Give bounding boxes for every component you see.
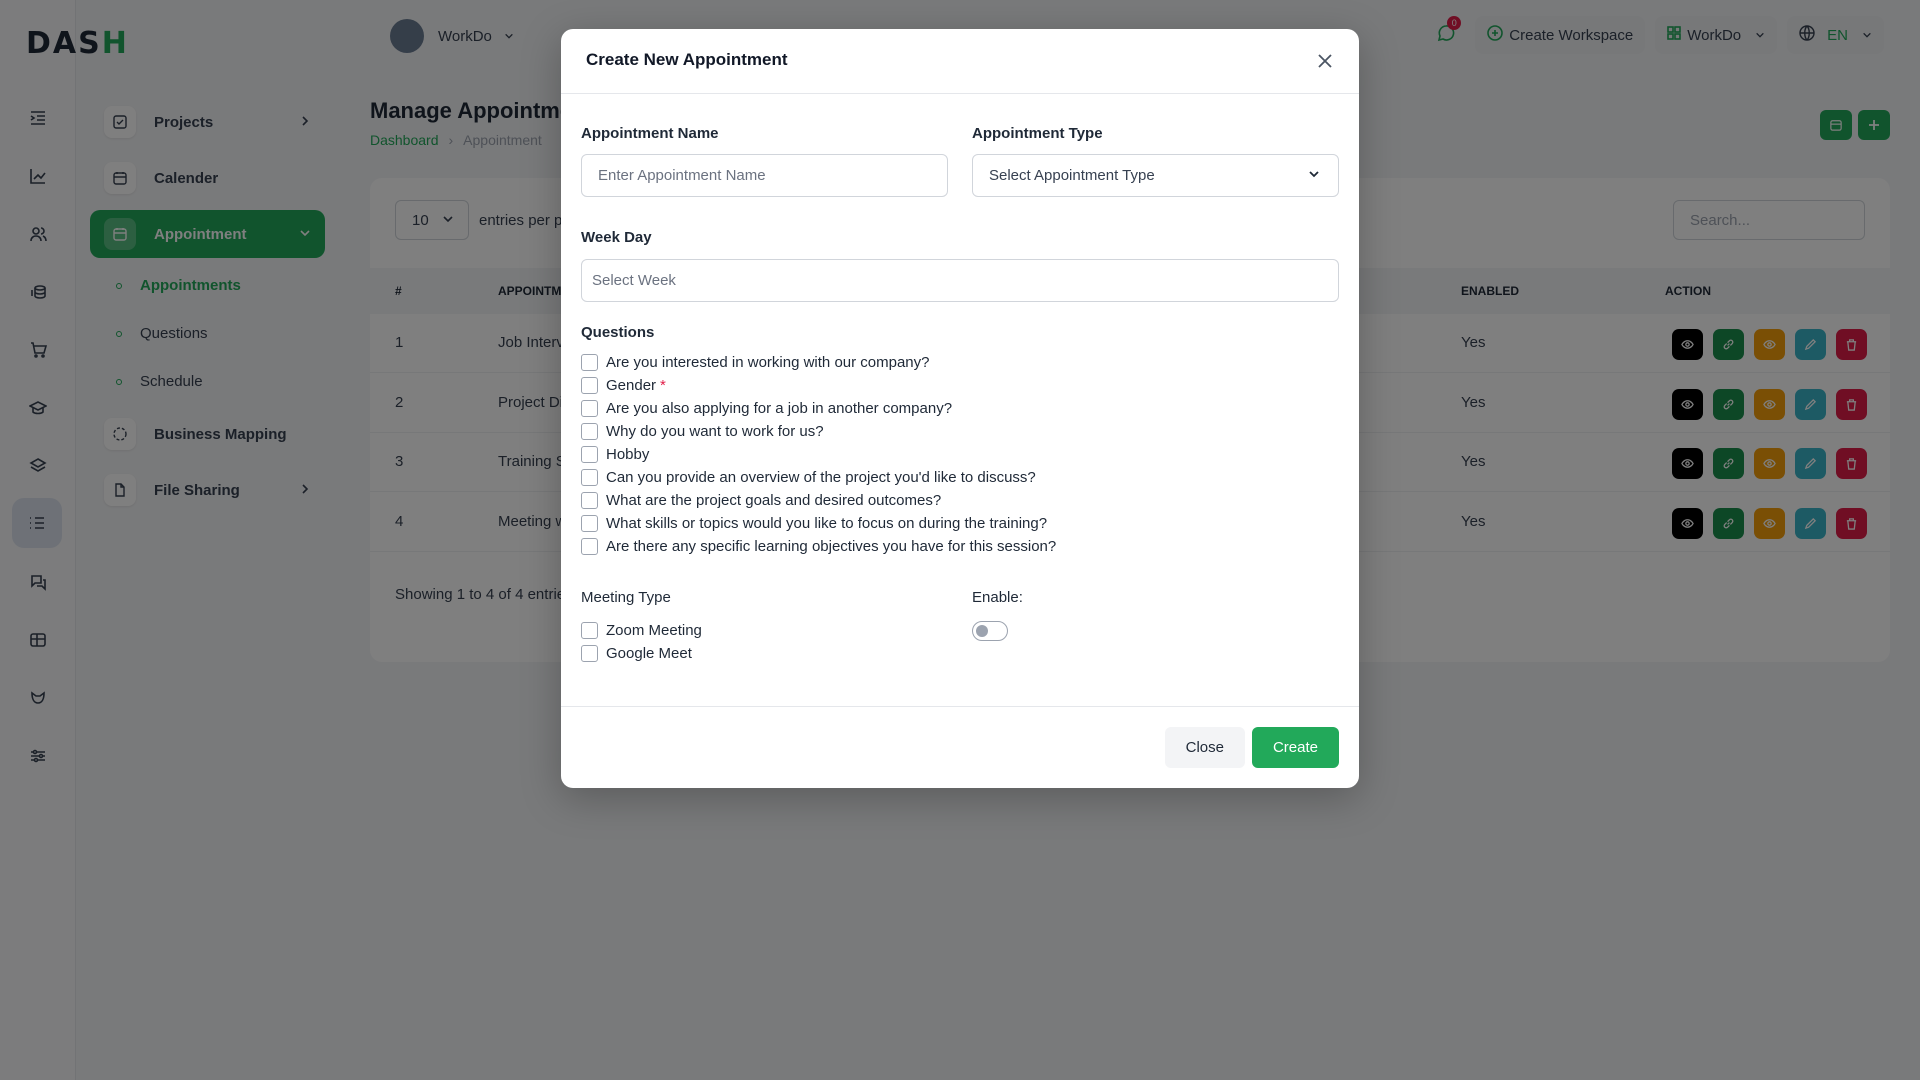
question-text: Why do you want to work for us? xyxy=(606,423,824,440)
question-option[interactable]: Gender * xyxy=(581,374,1060,397)
question-option[interactable]: Are there any specific learning objectiv… xyxy=(581,535,1060,558)
question-checkbox[interactable] xyxy=(581,515,598,532)
question-text: Hobby xyxy=(606,446,650,463)
meeting-type-option[interactable]: Google Meet xyxy=(581,642,702,665)
question-checkbox[interactable] xyxy=(581,423,598,440)
create-button[interactable]: Create xyxy=(1251,727,1339,768)
question-checkbox[interactable] xyxy=(581,377,598,394)
questions-list: Are you interested in working with our c… xyxy=(581,351,1060,558)
meeting-type-checkbox[interactable] xyxy=(581,622,598,639)
enable-label: Enable: xyxy=(972,589,1023,606)
question-text: What skills or topics would you like to … xyxy=(606,515,1048,532)
question-text: Are there any specific learning objectiv… xyxy=(606,538,1057,555)
question-option[interactable]: Are you interested in working with our c… xyxy=(581,351,1060,374)
meeting-type-label: Meeting Type xyxy=(581,589,671,606)
appointment-type-label: Appointment Type xyxy=(972,125,1103,142)
question-option[interactable]: Can you provide an overview of the proje… xyxy=(581,466,1060,489)
meeting-type-text: Google Meet xyxy=(606,645,692,662)
create-appointment-modal: Create New Appointment Appointment Name … xyxy=(561,29,1359,788)
appointment-type-select[interactable]: Select Appointment Type xyxy=(972,154,1339,197)
close-button[interactable]: Close xyxy=(1164,727,1245,768)
appointment-type-value: Select Appointment Type xyxy=(989,167,1155,184)
modal-footer: Close Create xyxy=(561,706,1359,788)
question-checkbox[interactable] xyxy=(581,446,598,463)
required-marker: * xyxy=(660,377,666,394)
meeting-type-list: Zoom Meeting Google Meet xyxy=(581,619,702,665)
close-icon[interactable] xyxy=(1313,49,1337,73)
question-option[interactable]: Are you also applying for a job in anoth… xyxy=(581,397,1060,420)
questions-label: Questions xyxy=(581,324,655,341)
week-day-label: Week Day xyxy=(581,229,652,246)
meeting-type-checkbox[interactable] xyxy=(581,645,598,662)
modal-header: Create New Appointment xyxy=(561,29,1359,94)
week-day-select[interactable]: Select Week xyxy=(581,259,1339,302)
question-checkbox[interactable] xyxy=(581,354,598,371)
question-text: Can you provide an overview of the proje… xyxy=(606,469,1036,486)
appointment-name-label: Appointment Name xyxy=(581,125,719,142)
meeting-type-option[interactable]: Zoom Meeting xyxy=(581,619,702,642)
question-checkbox[interactable] xyxy=(581,469,598,486)
modal-title: Create New Appointment xyxy=(586,50,788,69)
enable-toggle[interactable] xyxy=(972,621,1008,641)
toggle-knob xyxy=(976,625,988,637)
chevron-down-icon xyxy=(1308,167,1320,184)
meeting-type-text: Zoom Meeting xyxy=(606,622,702,639)
question-option[interactable]: Why do you want to work for us? xyxy=(581,420,1060,443)
question-text: Are you interested in working with our c… xyxy=(606,354,930,371)
question-text: Gender xyxy=(606,377,657,394)
appointment-name-input[interactable]: Enter Appointment Name xyxy=(581,154,948,197)
question-text: What are the project goals and desired o… xyxy=(606,492,942,509)
question-checkbox[interactable] xyxy=(581,400,598,417)
question-option[interactable]: What are the project goals and desired o… xyxy=(581,489,1060,512)
question-option[interactable]: What skills or topics would you like to … xyxy=(581,512,1060,535)
question-option[interactable]: Hobby xyxy=(581,443,1060,466)
question-checkbox[interactable] xyxy=(581,492,598,509)
question-checkbox[interactable] xyxy=(581,538,598,555)
question-text: Are you also applying for a job in anoth… xyxy=(606,400,953,417)
